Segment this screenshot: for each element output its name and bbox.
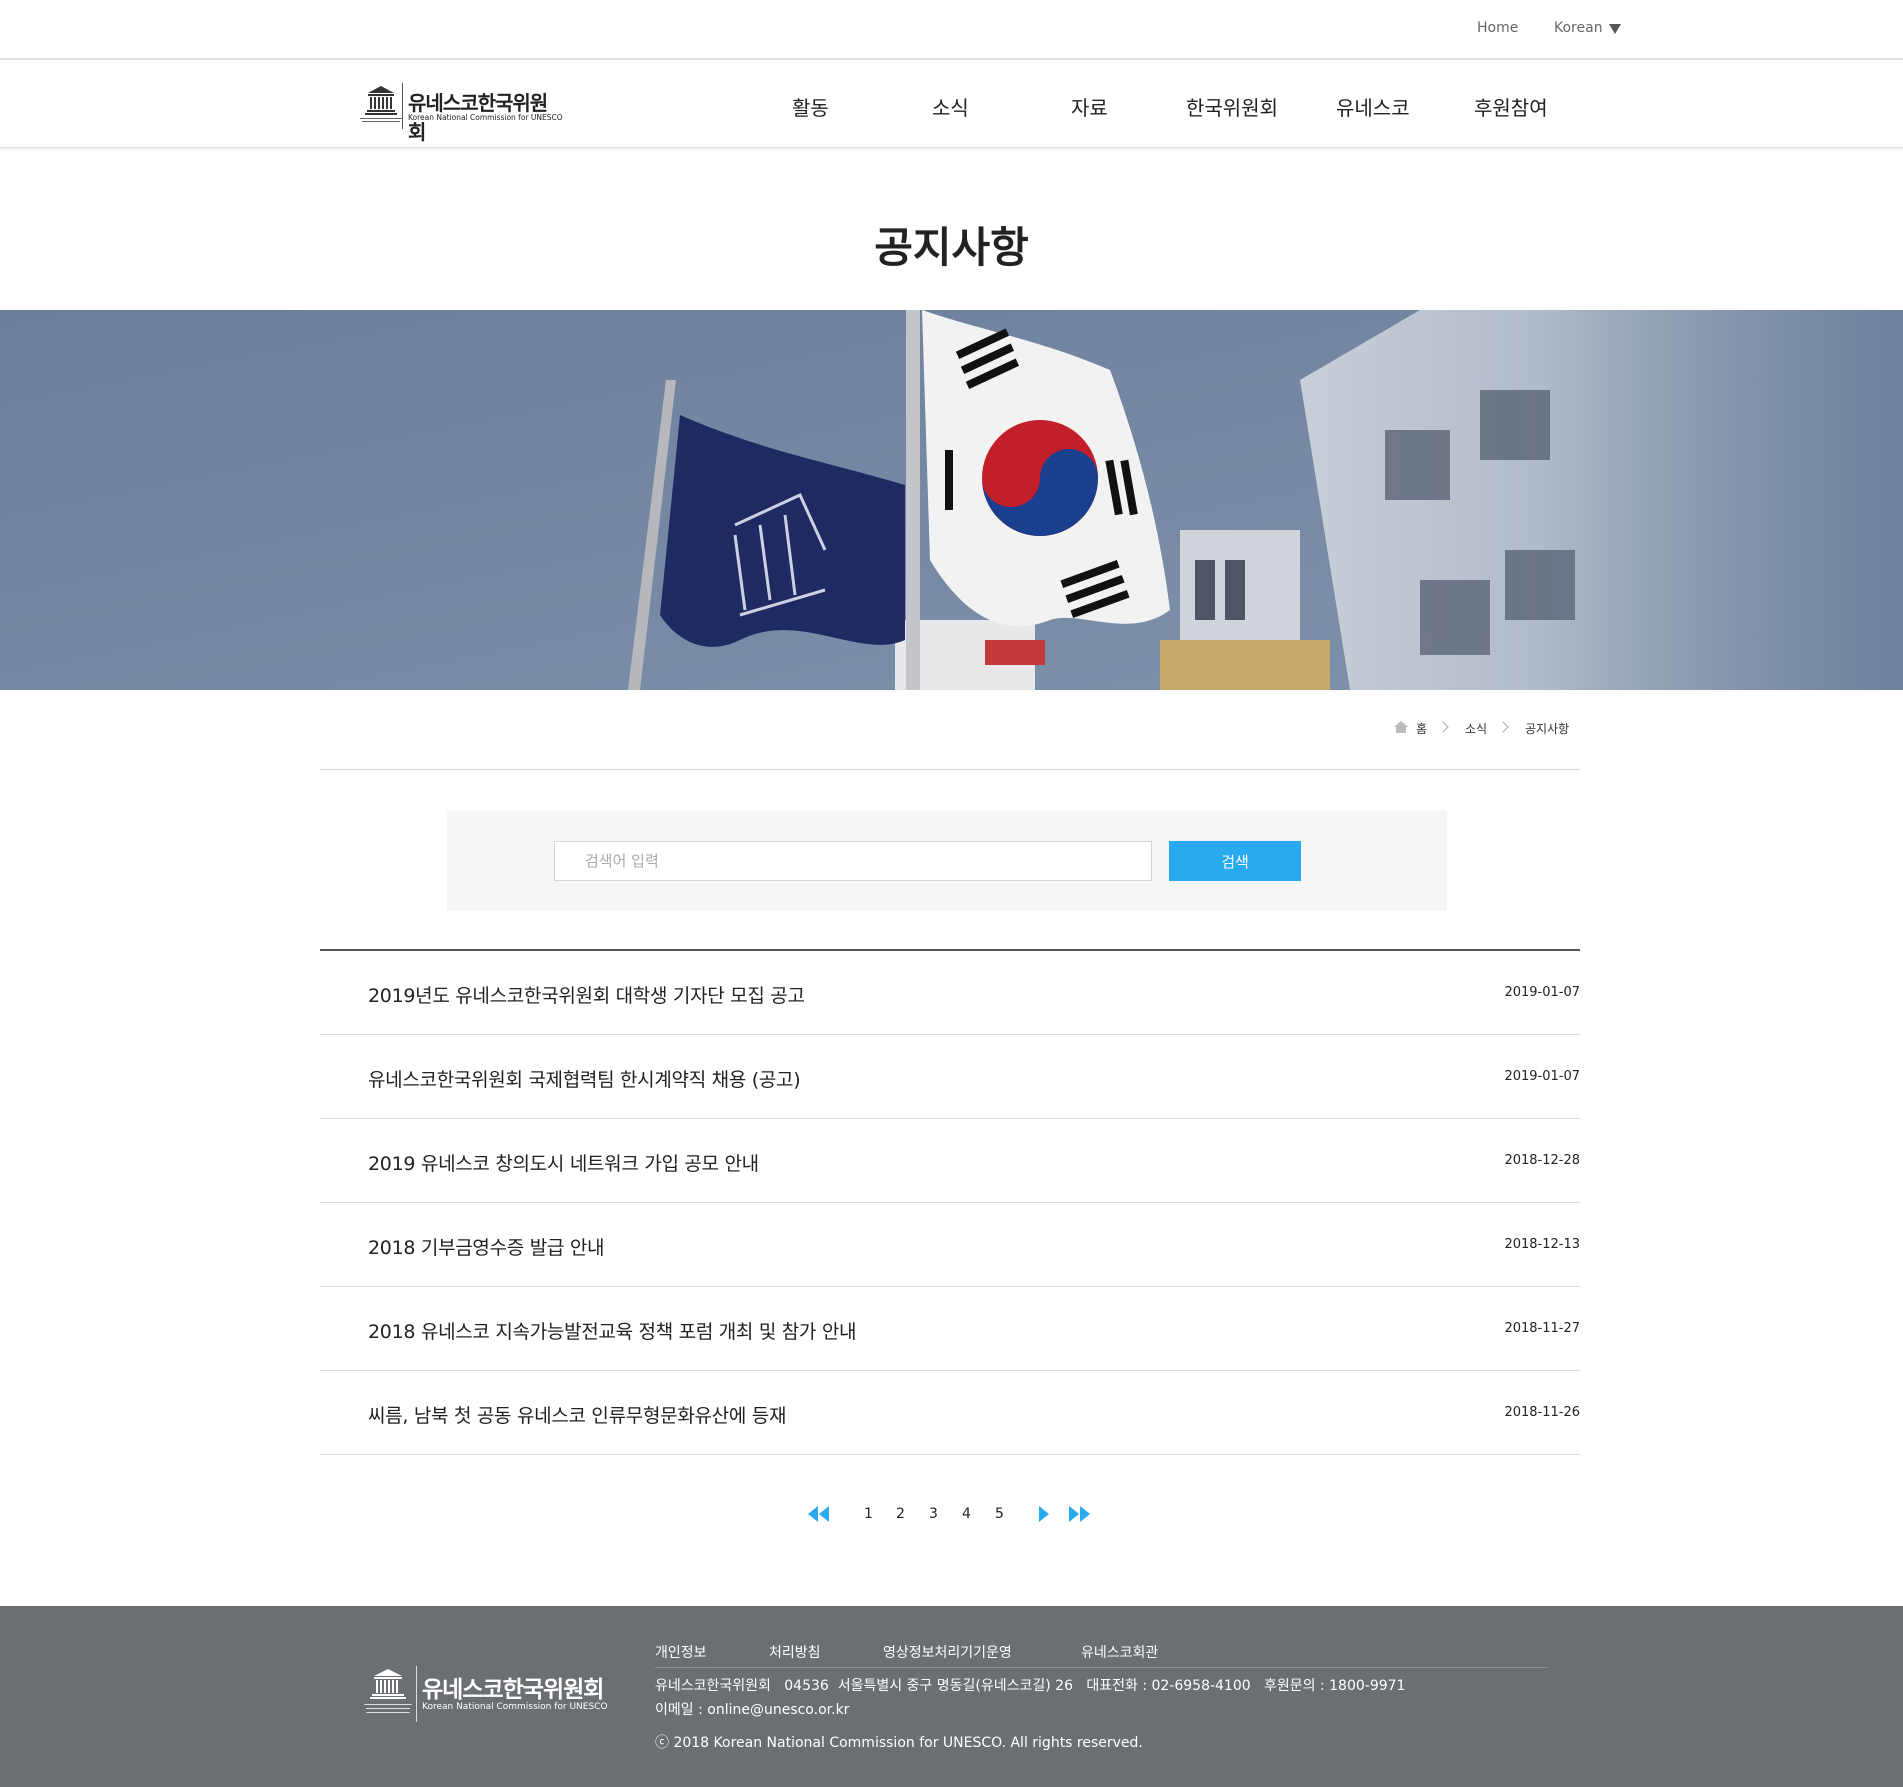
site-footer xyxy=(0,1606,1903,1787)
footer-logo-korean-name: 유네스코한국위원회 xyxy=(422,1677,604,1703)
site-logo[interactable]: 유네스코한국위원회 Korean National Commission for… xyxy=(358,83,563,144)
footer-link-policy[interactable]: 처리방침 xyxy=(769,1642,821,1662)
nav-item-resources[interactable]: 자료 xyxy=(1071,92,1108,121)
banner-image xyxy=(0,310,1903,690)
divider xyxy=(655,1667,1547,1668)
logo-english-name: Korean National Commission for UNESCO xyxy=(408,113,563,122)
notice-date: 2018-11-27 xyxy=(1504,1321,1580,1336)
notice-title[interactable]: 유네스코한국위원회 국제협력팀 한시계약직 채용 (공고) xyxy=(368,1065,801,1092)
page-link[interactable]: 3 xyxy=(929,1506,938,1522)
chevron-right-icon xyxy=(1497,721,1509,733)
list-item[interactable]: 씨름, 남북 첫 공동 유네스코 인류무형문화유산에 등재 2018-11-26 xyxy=(320,1371,1580,1455)
breadcrumb-home[interactable]: 홈 xyxy=(1416,720,1427,737)
breadcrumb-section[interactable]: 소식 xyxy=(1465,720,1487,737)
breadcrumb-current: 공지사항 xyxy=(1525,722,1570,736)
unesco-temple-icon xyxy=(360,83,403,129)
page-title: 공지사항 xyxy=(874,223,1029,272)
unesco-temple-icon xyxy=(364,1666,417,1722)
search-button[interactable]: 검색 xyxy=(1169,841,1301,881)
page-link[interactable]: 4 xyxy=(962,1506,971,1522)
nav-item-activities[interactable]: 활동 xyxy=(792,92,829,121)
page-link[interactable]: 5 xyxy=(995,1506,1004,1522)
search-input[interactable] xyxy=(554,841,1152,881)
nav-item-korea-commission[interactable]: 한국위원회 xyxy=(1186,92,1278,121)
utility-bar: Home Korean xyxy=(0,0,1903,60)
notice-date: 2019-01-07 xyxy=(1504,1069,1580,1084)
next-page-icon[interactable] xyxy=(1038,1506,1050,1522)
divider xyxy=(320,769,1580,770)
caret-down-icon[interactable] xyxy=(1609,24,1621,34)
footer-logo: 유네스코한국위원회 Korean National Commission for… xyxy=(358,1666,608,1722)
nav-item-news[interactable]: 소식 xyxy=(932,92,969,121)
pagination: 1 2 3 4 5 xyxy=(0,1506,1903,1526)
notice-date: 2018-11-26 xyxy=(1504,1405,1580,1420)
list-item[interactable]: 2019년도 유네스코한국위원회 대학생 기자단 모집 공고 2019-01-0… xyxy=(320,951,1580,1035)
notice-title[interactable]: 2019 유네스코 창의도시 네트워크 가입 공모 안내 xyxy=(368,1149,759,1176)
home-link[interactable]: Home xyxy=(1477,20,1518,36)
language-selector[interactable]: Korean xyxy=(1554,20,1603,36)
notice-date: 2018-12-13 xyxy=(1504,1237,1580,1252)
footer-link-privacy[interactable]: 개인정보 xyxy=(655,1642,707,1662)
footer-logo-english-name: Korean National Commission for UNESCO xyxy=(422,1702,608,1712)
list-item[interactable]: 2019 유네스코 창의도시 네트워크 가입 공모 안내 2018-12-28 xyxy=(320,1119,1580,1203)
nav-item-unesco[interactable]: 유네스코 xyxy=(1336,92,1410,121)
notice-date: 2019-01-07 xyxy=(1504,985,1580,1000)
home-icon[interactable] xyxy=(1394,721,1408,733)
list-item[interactable]: 2018 유네스코 지속가능발전교육 정책 포럼 개최 및 참가 안내 2018… xyxy=(320,1287,1580,1371)
last-page-icon[interactable] xyxy=(1068,1506,1090,1522)
page-link[interactable]: 1 xyxy=(864,1506,873,1522)
footer-link-cctv[interactable]: 영상정보처리기기운영 xyxy=(883,1642,1012,1662)
first-page-icon[interactable] xyxy=(808,1506,830,1522)
notice-title[interactable]: 2018 유네스코 지속가능발전교육 정책 포럼 개최 및 참가 안내 xyxy=(368,1317,857,1344)
notice-date: 2018-12-28 xyxy=(1504,1153,1580,1168)
page-link[interactable]: 2 xyxy=(896,1506,905,1522)
chevron-right-icon xyxy=(1437,721,1449,733)
footer-email: 이메일 : online@unesco.or.kr xyxy=(655,1702,850,1718)
notice-title[interactable]: 2019년도 유네스코한국위원회 대학생 기자단 모집 공고 xyxy=(368,981,805,1008)
list-item[interactable]: 2018 기부금영수증 발급 안내 2018-12-13 xyxy=(320,1203,1580,1287)
notice-list: 2019년도 유네스코한국위원회 대학생 기자단 모집 공고 2019-01-0… xyxy=(320,949,1580,1455)
notice-title[interactable]: 씨름, 남북 첫 공동 유네스코 인류무형문화유산에 등재 xyxy=(368,1401,786,1428)
notice-title[interactable]: 2018 기부금영수증 발급 안내 xyxy=(368,1233,604,1260)
nav-item-support[interactable]: 후원참여 xyxy=(1474,92,1548,121)
footer-copyright: ⓒ 2018 Korean National Commission for UN… xyxy=(655,1735,1143,1751)
list-item[interactable]: 유네스코한국위원회 국제협력팀 한시계약직 채용 (공고) 2019-01-07 xyxy=(320,1035,1580,1119)
footer-link-unesco-hall[interactable]: 유네스코회관 xyxy=(1081,1642,1158,1662)
footer-address: 유네스코한국위원회 04536 서울특별시 중구 명동길(유네스코길) 26 대… xyxy=(655,1678,1406,1694)
